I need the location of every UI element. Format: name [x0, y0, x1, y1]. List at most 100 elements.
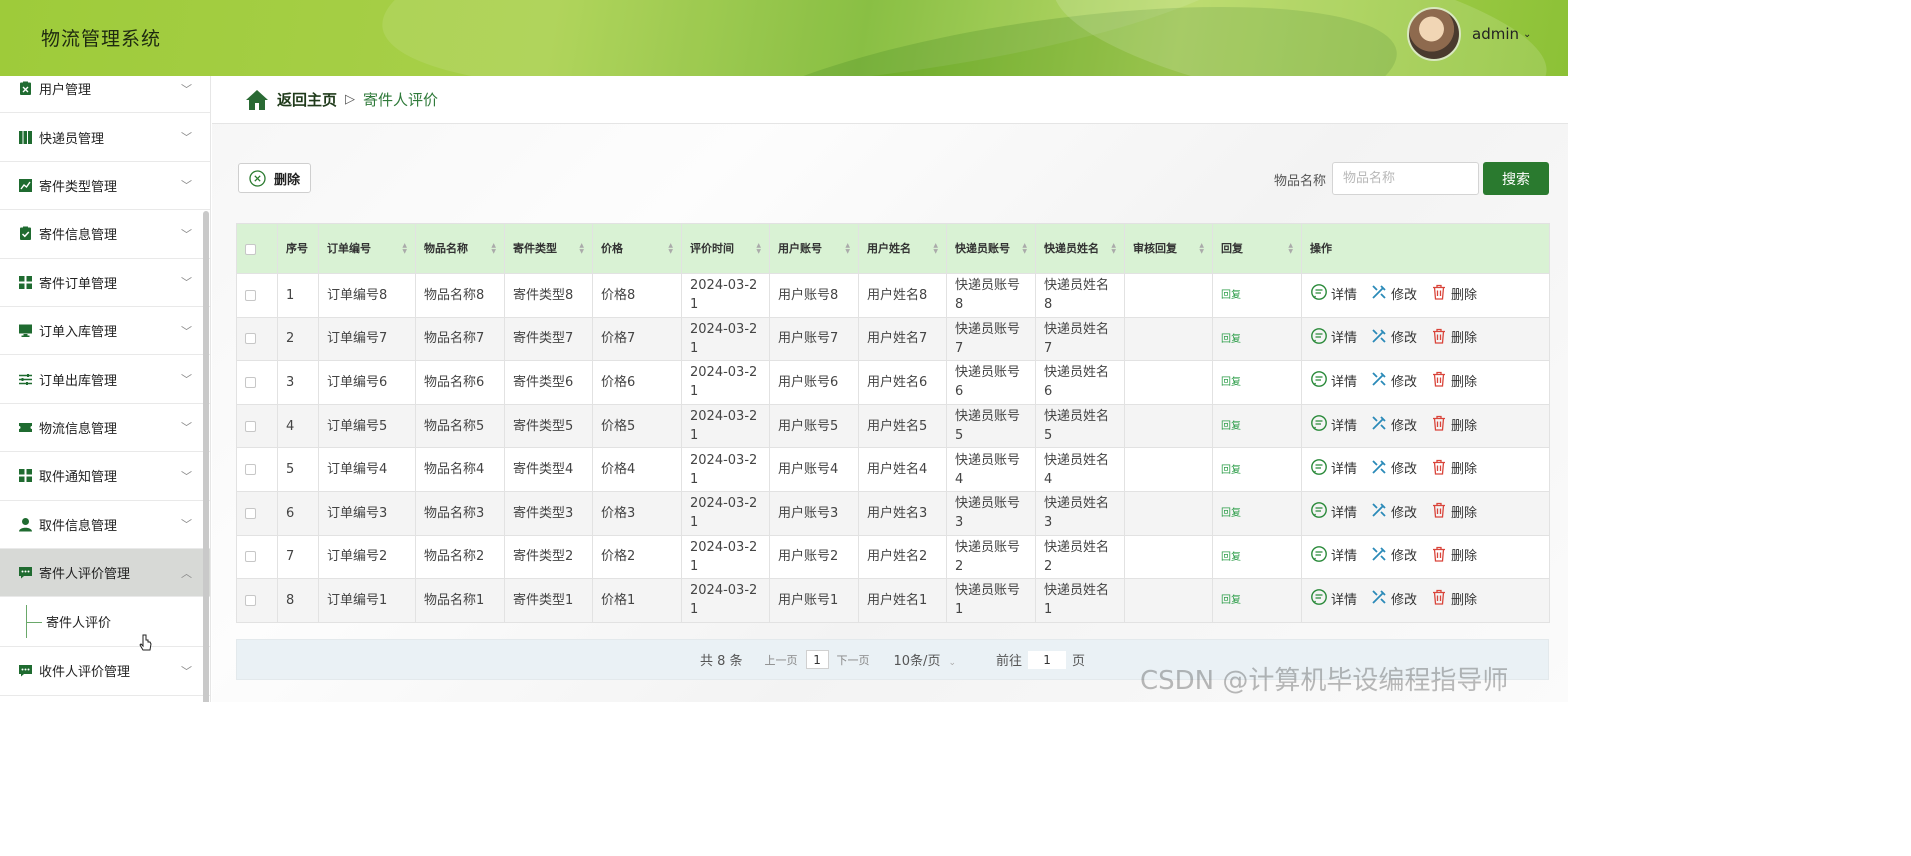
row-select-cell	[236, 273, 278, 318]
sidebar-item[interactable]: 寄件人评价管理 ︿	[0, 548, 210, 598]
sidebar-subitem[interactable]: 寄件人评价	[0, 597, 210, 648]
column-header[interactable]: 价格 ▲ ▼	[592, 223, 682, 274]
column-header-label: 价格	[601, 242, 623, 255]
reply-link[interactable]: 回复	[1221, 552, 1241, 563]
sort-icon[interactable]: ▲ ▼	[933, 242, 938, 255]
sidebar-item[interactable]: 取件通知管理 ﹀	[0, 452, 210, 501]
column-header[interactable]: 寄件类型 ▲ ▼	[504, 223, 593, 274]
detail-icon	[1310, 588, 1328, 612]
sort-icon[interactable]: ▲ ▼	[579, 242, 584, 255]
avatar[interactable]	[1407, 7, 1461, 61]
reply-link[interactable]: 回复	[1221, 421, 1241, 432]
column-header-label: 寄件类型	[513, 242, 557, 255]
detail-button[interactable]: 详情	[1310, 458, 1357, 482]
row-checkbox[interactable]	[245, 551, 256, 563]
chevron-down-icon: ﹀	[181, 131, 192, 145]
column-header[interactable]: 回复 ▲ ▼	[1212, 223, 1302, 274]
search-button[interactable]: 搜索	[1483, 162, 1549, 195]
edit-button[interactable]: 修改	[1370, 327, 1417, 351]
detail-button[interactable]: 详情	[1310, 414, 1357, 438]
column-header[interactable]: 物品名称 ▲ ▼	[415, 223, 505, 274]
delete-button[interactable]: 删除	[1430, 327, 1477, 351]
sidebar-item[interactable]: 订单入库管理 ﹀	[0, 307, 210, 356]
sidebar-item[interactable]: 物流信息管理 ﹀	[0, 404, 210, 453]
sort-icon[interactable]: ▲ ▼	[845, 242, 850, 255]
sidebar-item[interactable]: 寄件信息管理 ﹀	[0, 210, 210, 259]
sidebar-item[interactable]: 订单出库管理 ﹀	[0, 355, 210, 404]
cell-courier-account: 快递员账号6	[946, 360, 1036, 405]
column-header[interactable]: 用户姓名 ▲ ▼	[858, 223, 947, 274]
edit-button[interactable]: 修改	[1370, 370, 1417, 394]
home-icon[interactable]	[245, 89, 269, 111]
edit-button[interactable]: 修改	[1370, 588, 1417, 612]
column-header[interactable]: 订单编号 ▲ ▼	[318, 223, 416, 274]
detail-button[interactable]: 详情	[1310, 370, 1357, 394]
row-checkbox[interactable]	[245, 289, 256, 301]
row-checkbox[interactable]	[245, 464, 256, 476]
cell-order: 订单编号4	[318, 447, 416, 492]
delete-button[interactable]: 删除	[1430, 458, 1477, 482]
row-checkbox[interactable]	[245, 333, 256, 345]
sort-icon[interactable]: ▲ ▼	[402, 242, 407, 255]
reply-cell: 回复	[1212, 447, 1302, 492]
column-header[interactable]: 快递员姓名 ▲ ▼	[1035, 223, 1125, 274]
edit-button[interactable]: 修改	[1370, 501, 1417, 525]
detail-button[interactable]: 详情	[1310, 545, 1357, 569]
delete-button[interactable]: 删除	[1430, 414, 1477, 438]
edit-button[interactable]: 修改	[1370, 545, 1417, 569]
reply-link[interactable]: 回复	[1221, 290, 1241, 301]
detail-button[interactable]: 详情	[1310, 501, 1357, 525]
goto-page-input[interactable]	[1028, 650, 1067, 669]
column-header[interactable]: 评价时间 ▲ ▼	[681, 223, 770, 274]
sort-icon[interactable]: ▲ ▼	[491, 242, 496, 255]
sort-icon[interactable]: ▲ ▼	[1199, 242, 1204, 255]
search-input[interactable]	[1332, 162, 1479, 195]
column-header[interactable]: 快递员账号 ▲ ▼	[946, 223, 1036, 274]
row-checkbox[interactable]	[245, 594, 256, 606]
next-page-button[interactable]: 下一页	[837, 652, 870, 668]
sidebar-item[interactable]: 寄件订单管理 ﹀	[0, 259, 210, 307]
row-checkbox[interactable]	[245, 420, 256, 432]
reply-link[interactable]: 回复	[1221, 377, 1241, 388]
reply-link[interactable]: 回复	[1221, 595, 1241, 606]
sort-icon[interactable]: ▲ ▼	[756, 242, 761, 255]
reply-link[interactable]: 回复	[1221, 465, 1241, 476]
page-size-select[interactable]: 10条/页 ⌄	[894, 650, 956, 669]
sort-icon[interactable]: ▲ ▼	[1288, 242, 1293, 255]
delete-button[interactable]: 删除	[1430, 545, 1477, 569]
batch-delete-button[interactable]: 删除	[238, 163, 311, 193]
row-checkbox[interactable]	[245, 376, 256, 388]
sidebar-item[interactable]: 用户管理 ﹀	[0, 76, 210, 114]
page-number-current[interactable]: 1	[805, 650, 829, 669]
column-header[interactable]: 用户账号 ▲ ▼	[769, 223, 859, 274]
delete-button[interactable]: 删除	[1430, 283, 1477, 307]
row-checkbox[interactable]	[245, 507, 256, 519]
column-header[interactable]: 审核回复 ▲ ▼	[1124, 223, 1213, 274]
delete-button[interactable]: 删除	[1430, 588, 1477, 612]
sidebar-item[interactable]: 快递员管理 ﹀	[0, 113, 210, 162]
reply-link[interactable]: 回复	[1221, 508, 1241, 519]
select-all-checkbox[interactable]	[245, 243, 256, 255]
sidebar-item[interactable]: 收件人评价管理 ﹀	[0, 647, 210, 696]
breadcrumb-home-link[interactable]: 返回主页	[277, 89, 337, 110]
sort-icon[interactable]: ▲ ▼	[668, 242, 673, 255]
detail-button[interactable]: 详情	[1310, 327, 1357, 351]
sidebar-item[interactable]: 寄件类型管理 ﹀	[0, 162, 210, 211]
delete-label: 删除	[1451, 505, 1478, 521]
delete-button[interactable]: 删除	[1430, 370, 1477, 394]
edit-button[interactable]: 修改	[1370, 414, 1417, 438]
cell-price: 价格8	[592, 273, 682, 318]
user-menu[interactable]: admin ⌄	[1472, 25, 1531, 43]
prev-page-button[interactable]: 上一页	[765, 652, 798, 668]
reply-link[interactable]: 回复	[1221, 334, 1241, 345]
edit-button[interactable]: 修改	[1370, 283, 1417, 307]
detail-button[interactable]: 详情	[1310, 283, 1357, 307]
cell-type: 寄件类型3	[504, 490, 593, 536]
sidebar-scrollbar[interactable]	[203, 211, 209, 702]
sidebar-item[interactable]: 取件信息管理 ﹀	[0, 501, 210, 549]
sort-icon[interactable]: ▲ ▼	[1111, 242, 1116, 255]
detail-button[interactable]: 详情	[1310, 588, 1357, 612]
edit-button[interactable]: 修改	[1370, 458, 1417, 482]
delete-button[interactable]: 删除	[1430, 501, 1477, 525]
sort-icon[interactable]: ▲ ▼	[1022, 242, 1027, 255]
